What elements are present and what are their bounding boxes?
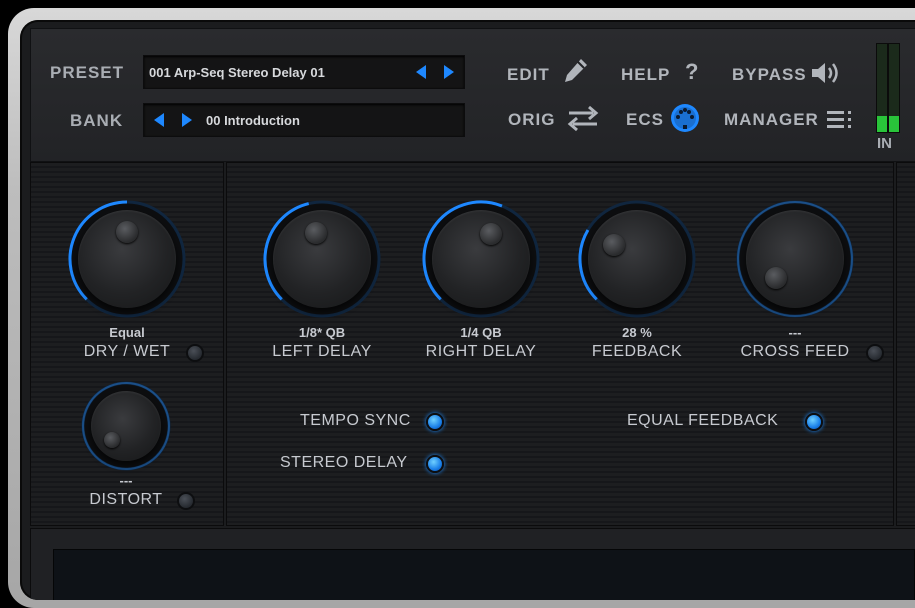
- help-label: HELP: [621, 65, 671, 84]
- left-delay-label: LEFT DELAY: [272, 343, 372, 360]
- feedback-value: 28 %: [622, 325, 652, 340]
- plugin-window: PRESET 001 Arp-Seq Stereo Delay 01 BANK …: [20, 20, 915, 600]
- cross-feed-knob[interactable]: [734, 198, 856, 320]
- left-delay-value: 1/8* QB: [298, 325, 346, 340]
- bank-next-arrow-icon[interactable]: [182, 113, 192, 127]
- feedback-knob-pointer: [602, 234, 625, 257]
- dry-wet-knob[interactable]: [66, 198, 188, 320]
- cross-feed-label: CROSS FEED: [740, 343, 850, 360]
- distort-knob[interactable]: [79, 379, 173, 473]
- bank-name: 00 Introduction: [206, 113, 300, 128]
- distort-knob-body: [91, 391, 161, 461]
- stereo-delay-label: STEREO DELAY: [280, 454, 408, 471]
- dry-wet-label: DRY / WET: [83, 343, 171, 360]
- tempo-sync-toggle[interactable]: [426, 413, 444, 431]
- dry-wet-knob-pointer: [116, 221, 138, 244]
- manager-label: MANAGER: [724, 110, 819, 129]
- bypass-label: BYPASS: [732, 65, 807, 84]
- display-area: [53, 549, 915, 600]
- distort-toggle[interactable]: [177, 492, 195, 510]
- distort-value: ---: [119, 473, 133, 488]
- help-button[interactable]: HELP ?: [621, 57, 711, 87]
- right-delay-knob[interactable]: [420, 198, 542, 320]
- list-icon: [827, 111, 851, 128]
- input-meter-right: [888, 43, 900, 133]
- orig-button[interactable]: ORIG: [508, 102, 603, 134]
- stereo-delay-toggle[interactable]: [426, 455, 444, 473]
- ecs-button[interactable]: ECS: [626, 102, 706, 134]
- input-meter-left-fill: [877, 116, 887, 132]
- input-meter-label: IN: [877, 135, 892, 152]
- left-delay-knob-pointer: [304, 221, 327, 244]
- bottom-panel: [30, 528, 915, 600]
- input-meter-left: [876, 43, 888, 133]
- right-delay-label: RIGHT DELAY: [425, 343, 537, 360]
- manager-button[interactable]: MANAGER: [724, 102, 854, 134]
- cross-feed-value: ---: [788, 325, 802, 340]
- feedback-label: FEEDBACK: [591, 343, 683, 360]
- right-delay-value: 1/4 QB: [460, 325, 502, 340]
- orig-label: ORIG: [508, 110, 556, 129]
- right-panel: [896, 162, 915, 526]
- cross-feed-toggle[interactable]: [866, 344, 884, 362]
- question-mark-icon: ?: [685, 59, 700, 84]
- preset-prev-arrow-icon[interactable]: [416, 65, 426, 79]
- left-delay-knob[interactable]: [261, 198, 383, 320]
- swap-arrows-icon: [567, 105, 599, 132]
- right-delay-knob-pointer: [479, 222, 502, 245]
- midi-connector-icon: [671, 104, 699, 132]
- bank-prev-arrow-icon[interactable]: [154, 113, 164, 127]
- dry-wet-toggle[interactable]: [186, 344, 204, 362]
- cross-feed-knob-body: [746, 210, 844, 308]
- preset-next-arrow-icon[interactable]: [444, 65, 454, 79]
- preset-name: 001 Arp-Seq Stereo Delay 01: [149, 65, 325, 80]
- preset-label: PRESET: [50, 63, 125, 82]
- bypass-button[interactable]: BYPASS: [732, 57, 842, 87]
- feedback-knob-body: [588, 210, 686, 308]
- bank-selector[interactable]: 00 Introduction: [143, 103, 465, 137]
- cross-feed-knob-pointer: [764, 266, 787, 289]
- edit-label: EDIT: [507, 65, 550, 84]
- speaker-icon: [812, 63, 838, 83]
- pencil-icon: [565, 59, 587, 82]
- equal-feedback-label: EQUAL FEEDBACK: [627, 412, 779, 429]
- edit-button[interactable]: EDIT: [507, 57, 591, 87]
- preset-selector[interactable]: 001 Arp-Seq Stereo Delay 01: [143, 55, 465, 89]
- right-delay-knob-body: [432, 210, 530, 308]
- header-bar: PRESET 001 Arp-Seq Stereo Delay 01 BANK …: [30, 28, 915, 162]
- ecs-label: ECS: [626, 110, 664, 129]
- bank-label: BANK: [70, 111, 124, 130]
- distort-knob-pointer: [104, 431, 121, 448]
- tempo-sync-label: TEMPO SYNC: [300, 412, 411, 429]
- dry-wet-value: Equal: [109, 325, 145, 340]
- feedback-knob[interactable]: [576, 198, 698, 320]
- equal-feedback-toggle[interactable]: [805, 413, 823, 431]
- input-meter-right-fill: [889, 116, 899, 132]
